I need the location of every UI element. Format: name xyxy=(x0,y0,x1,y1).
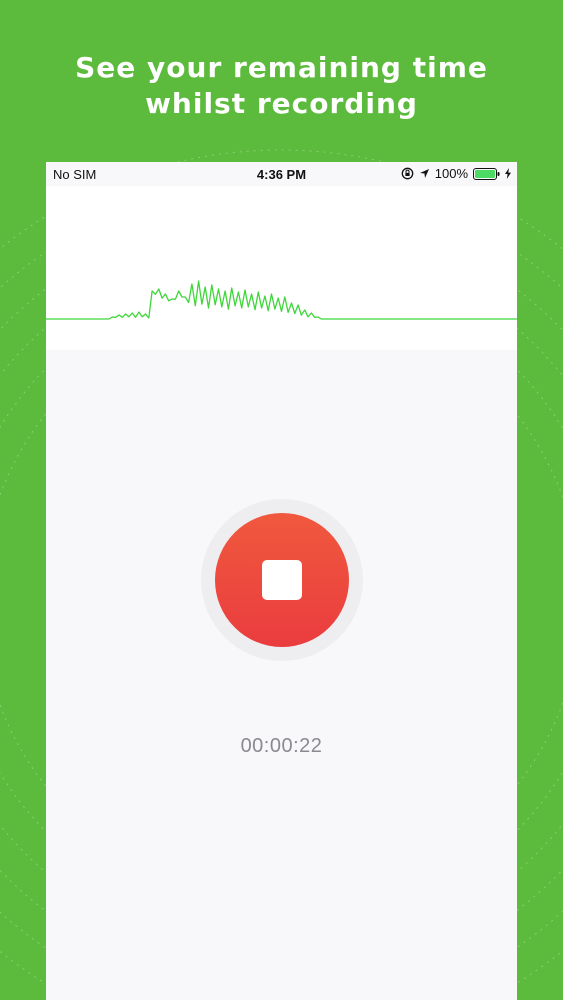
stop-icon xyxy=(262,560,302,600)
headline-line-2: whilst recording xyxy=(145,87,418,120)
status-bar: No SIM 4:36 PM 100% xyxy=(46,162,517,186)
charging-bolt-icon xyxy=(505,168,511,179)
waveform-area xyxy=(46,186,517,350)
headline-line-1: See your remaining time xyxy=(75,51,488,84)
status-icons: 100% xyxy=(401,166,511,181)
promo-headline: See your remaining time whilst recording xyxy=(0,50,563,122)
battery-percent: 100% xyxy=(434,166,468,181)
audio-waveform xyxy=(46,280,517,320)
battery-icon xyxy=(473,167,500,180)
location-arrow-icon xyxy=(419,169,429,178)
stop-recording-button[interactable] xyxy=(215,513,349,647)
elapsed-time: 00:00:22 xyxy=(240,735,323,757)
orientation-lock-icon xyxy=(401,167,414,180)
waveform-line xyxy=(46,280,517,320)
record-button-ring xyxy=(201,499,363,661)
phone-screen: No SIM 4:36 PM 100% 00:00:22 xyxy=(46,162,517,1000)
